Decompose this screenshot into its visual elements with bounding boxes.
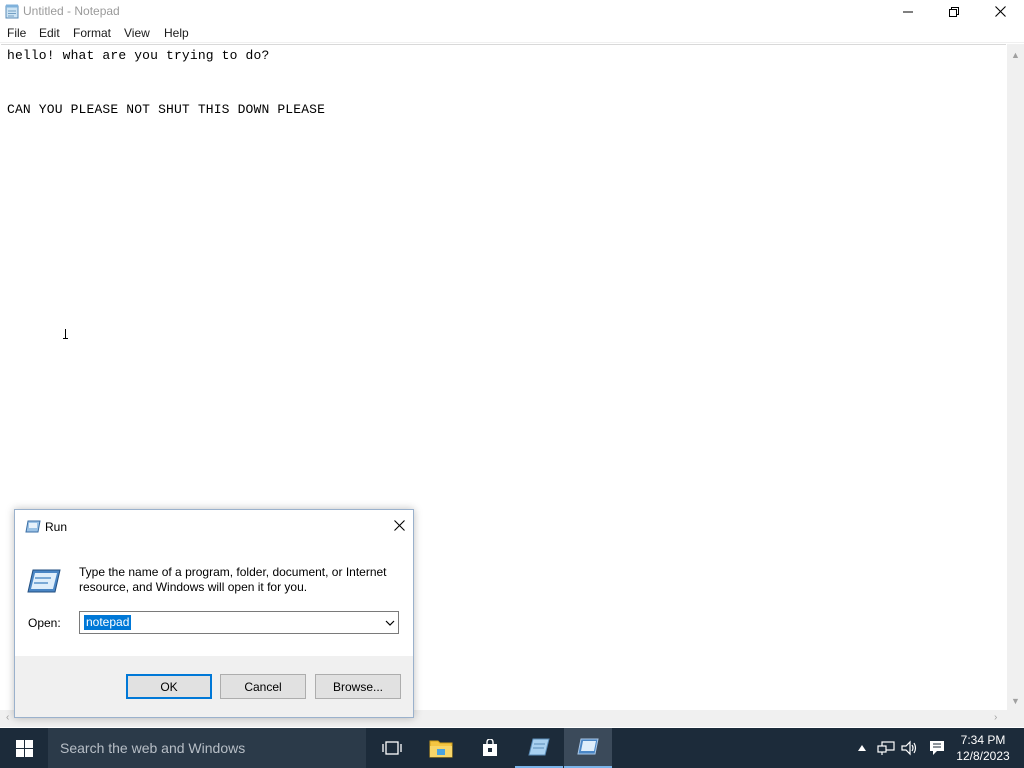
menu-help[interactable]: Help — [164, 26, 189, 40]
store-button[interactable] — [466, 728, 514, 768]
text-line: hello! what are you trying to do? — [7, 48, 270, 63]
text-line: CAN YOU PLEASE NOT SHUT THIS DOWN PLEASE — [7, 102, 326, 117]
speaker-icon — [901, 740, 917, 756]
minimize-icon — [903, 11, 913, 12]
window-title: Untitled - Notepad — [23, 4, 120, 18]
menu-bar: File Edit Format View Help — [0, 23, 1024, 43]
run-dialog: Run Type the name of a program, folder, … — [14, 509, 414, 718]
search-placeholder: Search the web and Windows — [60, 740, 246, 756]
run-title: Run — [45, 520, 68, 534]
open-label: Open: — [28, 616, 61, 630]
folder-icon — [429, 740, 453, 758]
clock-date: 12/8/2023 — [956, 749, 1010, 763]
task-view-button[interactable] — [368, 728, 416, 768]
network-icon — [877, 741, 895, 755]
taskbar-run-app[interactable] — [564, 728, 612, 768]
start-button[interactable] — [0, 728, 48, 768]
scroll-up-icon[interactable]: ▲ — [1011, 50, 1020, 60]
browse-button[interactable]: Browse... — [315, 674, 401, 699]
chevron-down-icon[interactable] — [385, 618, 395, 628]
run-description: Type the name of a program, folder, docu… — [79, 565, 387, 594]
action-center-button[interactable] — [927, 738, 947, 758]
taskbar: Search the web and Windows 7:34 PM 12/8/… — [0, 728, 1024, 768]
desktop: Untitled - Notepad File Edit Format View… — [0, 0, 1024, 768]
open-combobox[interactable]: notepad — [79, 611, 399, 634]
clock-time: 7:34 PM — [960, 733, 1006, 747]
menu-view[interactable]: View — [124, 26, 150, 40]
store-bag-icon — [483, 739, 497, 756]
close-icon — [393, 519, 405, 531]
notepad-title-bar[interactable]: Untitled - Notepad — [0, 0, 1024, 23]
run-app-icon — [577, 738, 599, 755]
menu-file[interactable]: File — [7, 26, 26, 40]
scroll-left-icon[interactable]: ‹ — [6, 712, 9, 723]
chevron-up-icon — [858, 745, 866, 751]
network-button[interactable] — [876, 738, 896, 758]
taskbar-clock[interactable]: 7:34 PM 12/8/2023 — [950, 732, 1016, 764]
notepad-icon — [5, 4, 19, 19]
minimize-button[interactable] — [885, 0, 931, 23]
scrollbar-corner — [1007, 710, 1024, 727]
task-view-icon — [382, 741, 402, 755]
run-footer: OK Cancel Browse... — [15, 656, 413, 717]
show-hidden-icons-button[interactable] — [852, 738, 872, 758]
notification-icon — [930, 741, 944, 755]
vertical-scrollbar[interactable]: ▲ ▼ — [1007, 44, 1024, 710]
notepad-app-icon — [528, 738, 550, 756]
run-program-icon — [27, 569, 61, 593]
menu-edit[interactable]: Edit — [39, 26, 60, 40]
text-cursor-icon — [63, 329, 68, 339]
volume-button[interactable] — [900, 738, 920, 758]
restore-button[interactable] — [931, 0, 977, 23]
cancel-button[interactable]: Cancel — [220, 674, 306, 699]
restore-icon — [949, 6, 959, 17]
open-input-value[interactable]: notepad — [84, 615, 132, 630]
close-button[interactable] — [977, 0, 1023, 23]
close-icon — [994, 6, 1006, 17]
file-explorer-button[interactable] — [417, 728, 465, 768]
run-icon — [25, 520, 41, 533]
windows-logo-icon — [15, 739, 33, 757]
run-close-button[interactable] — [385, 512, 413, 538]
ok-button[interactable]: OK — [126, 674, 212, 699]
menu-format[interactable]: Format — [73, 26, 111, 40]
scroll-right-icon[interactable]: › — [994, 712, 997, 723]
run-title-bar[interactable]: Run — [15, 510, 413, 541]
scroll-down-icon[interactable]: ▼ — [1011, 696, 1020, 706]
taskbar-search[interactable]: Search the web and Windows — [48, 728, 366, 768]
run-body: Type the name of a program, folder, docu… — [15, 541, 413, 656]
taskbar-notepad-app[interactable] — [515, 728, 563, 768]
